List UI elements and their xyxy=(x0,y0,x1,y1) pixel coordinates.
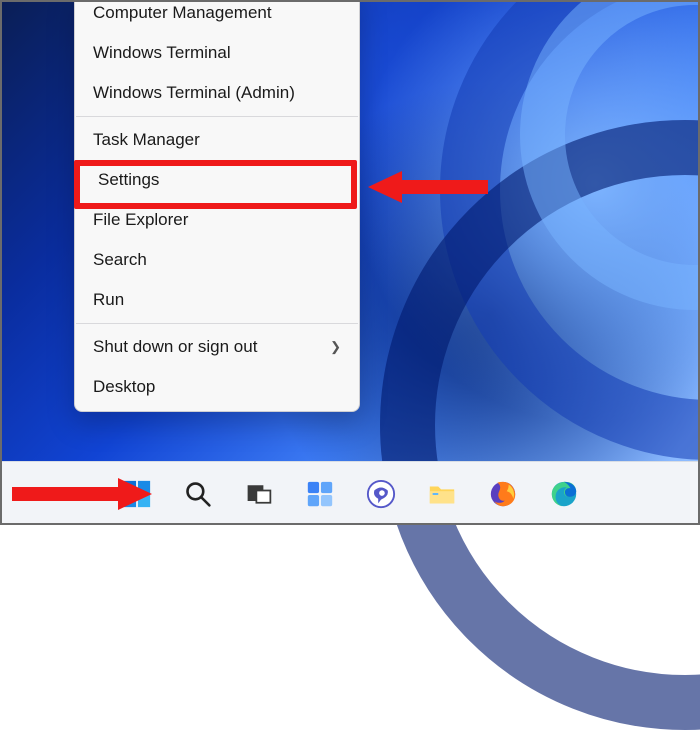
taskbar-edge-button[interactable] xyxy=(540,470,588,518)
search-icon xyxy=(184,480,212,508)
menu-item-label: Windows Terminal (Admin) xyxy=(93,83,295,103)
menu-item-label: Desktop xyxy=(93,377,155,397)
edge-icon xyxy=(549,479,579,509)
task-view-icon xyxy=(245,480,273,508)
menu-item-computer-management[interactable]: Computer Management xyxy=(75,0,359,33)
taskbar-chat-button[interactable] xyxy=(357,470,405,518)
taskbar-task-view-button[interactable] xyxy=(235,470,283,518)
menu-item-search[interactable]: Search xyxy=(75,240,359,280)
taskbar-search-button[interactable] xyxy=(174,470,222,518)
menu-item-label: Search xyxy=(93,250,147,270)
menu-item-label: File Explorer xyxy=(93,210,188,230)
chat-icon xyxy=(366,479,396,509)
widgets-icon xyxy=(305,479,335,509)
menu-item-settings[interactable]: Settings xyxy=(80,160,354,200)
chevron-right-icon: ❯ xyxy=(330,339,341,355)
start-context-menu: Computer Management Windows Terminal Win… xyxy=(74,0,360,412)
file-explorer-icon xyxy=(427,479,457,509)
menu-item-windows-terminal-admin[interactable]: Windows Terminal (Admin) xyxy=(75,73,359,113)
menu-item-label: Windows Terminal xyxy=(93,43,231,63)
menu-item-file-explorer[interactable]: File Explorer xyxy=(75,200,359,240)
menu-item-shutdown-signout[interactable]: Shut down or sign out ❯ xyxy=(75,327,359,367)
menu-item-task-manager[interactable]: Task Manager xyxy=(75,120,359,160)
menu-item-windows-terminal[interactable]: Windows Terminal xyxy=(75,33,359,73)
firefox-icon xyxy=(488,479,518,509)
menu-item-desktop[interactable]: Desktop xyxy=(75,367,359,407)
taskbar-widgets-button[interactable] xyxy=(296,470,344,518)
taskbar-file-explorer-button[interactable] xyxy=(418,470,466,518)
windows-logo-icon xyxy=(122,479,152,509)
menu-item-label: Task Manager xyxy=(93,130,200,150)
start-button[interactable] xyxy=(113,470,161,518)
menu-separator xyxy=(76,116,358,117)
menu-item-label: Shut down or sign out xyxy=(93,337,257,357)
menu-separator xyxy=(76,323,358,324)
taskbar xyxy=(0,461,700,525)
menu-item-label: Run xyxy=(93,290,124,310)
menu-item-run[interactable]: Run xyxy=(75,280,359,320)
menu-item-label: Computer Management xyxy=(93,3,272,23)
taskbar-firefox-button[interactable] xyxy=(479,470,527,518)
menu-item-label: Settings xyxy=(98,170,159,190)
